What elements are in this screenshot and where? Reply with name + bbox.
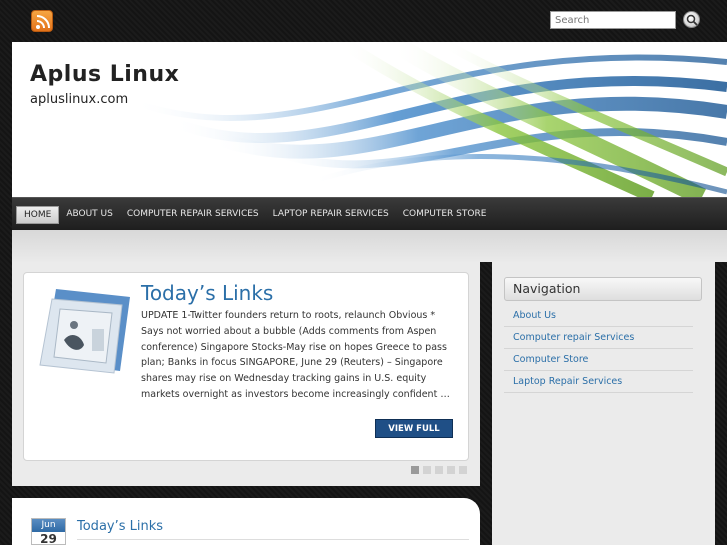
search-button[interactable]	[683, 11, 700, 28]
navigation-widget-list: About Us Computer repair Services Comput…	[504, 305, 693, 393]
slider-dot[interactable]	[411, 466, 419, 474]
rss-icon[interactable]	[31, 10, 53, 32]
sidebar-link-computer-repair-services[interactable]: Computer repair Services	[504, 327, 693, 349]
nav-item-computer-repair-services[interactable]: COMPUTER REPAIR SERVICES	[120, 206, 266, 224]
slider-pagination	[411, 466, 467, 474]
sidebar-link-laptop-repair-services[interactable]: Laptop Repair Services	[504, 371, 693, 393]
featured-post-excerpt: UPDATE 1-Twitter founders return to root…	[141, 310, 450, 400]
sidebar-link-about-us[interactable]: About Us	[504, 305, 693, 327]
date-month: Jun	[32, 519, 65, 532]
sidebar-link-computer-store[interactable]: Computer Store	[504, 349, 693, 371]
date-day: 29	[40, 532, 57, 545]
nav-item-laptop-repair-services[interactable]: LAPTOP REPAIR SERVICES	[266, 206, 396, 224]
search-icon	[686, 14, 698, 26]
post-entry-divider	[77, 539, 469, 540]
site-description: apluslinux.com	[30, 92, 129, 107]
divider-strip	[12, 230, 727, 262]
site-title[interactable]: Aplus Linux	[30, 62, 179, 87]
post-entry-title[interactable]: Today’s Links	[77, 519, 163, 534]
nav-item-home[interactable]: HOME	[16, 206, 60, 224]
slider-dot[interactable]	[423, 466, 431, 474]
post-thumbnail-icon[interactable]	[34, 285, 134, 377]
slider-dot[interactable]	[447, 466, 455, 474]
date-badge: Jun 29	[31, 518, 66, 545]
view-full-post-button[interactable]: VIEW FULL POST	[375, 419, 453, 453]
featured-post-title[interactable]: Today’s Links	[141, 281, 273, 305]
search-input[interactable]	[550, 11, 676, 29]
top-bar	[0, 0, 727, 42]
navigation-widget-title: Navigation	[513, 281, 581, 296]
slider-dot[interactable]	[435, 466, 443, 474]
nav-item-about-us[interactable]: ABOUT US	[59, 206, 120, 224]
slider-dot[interactable]	[459, 466, 467, 474]
main-navigation: HOME ABOUT US COMPUTER REPAIR SERVICES L…	[12, 197, 727, 230]
nav-item-computer-store[interactable]: COMPUTER STORE	[396, 206, 494, 224]
